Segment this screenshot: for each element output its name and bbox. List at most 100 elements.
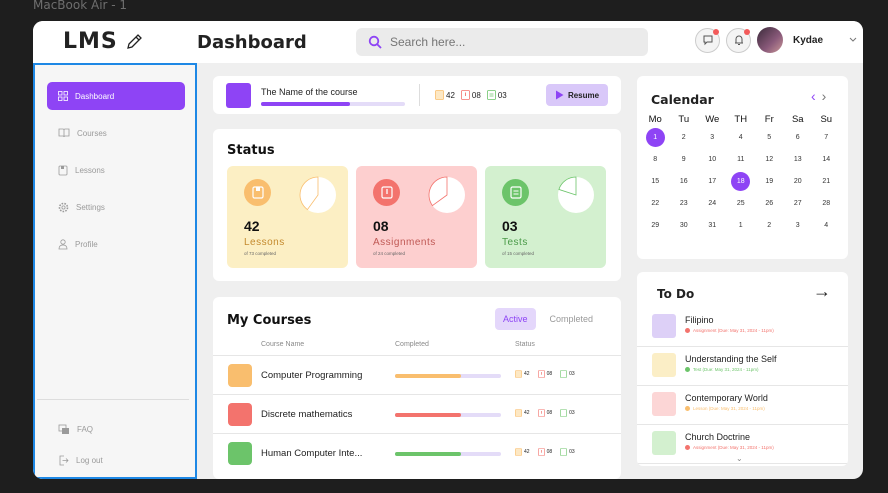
calendar-day[interactable]: 31 [698, 216, 727, 238]
calendar-day[interactable]: 2 [755, 216, 784, 238]
assignment-icon [537, 409, 545, 417]
calendar-day[interactable]: 1 [641, 128, 670, 150]
search-input[interactable] [390, 35, 630, 49]
table-row[interactable]: Human Computer Inte... 42 08 03 [213, 433, 621, 472]
assignments-label: Assignments [373, 237, 436, 248]
calendar-weekday: TH [734, 114, 748, 125]
calendar-day[interactable]: 5 [755, 128, 784, 150]
assignments-card[interactable]: 08 Assignments of 24 completed [356, 166, 477, 268]
calendar-day[interactable]: 7 [812, 128, 841, 150]
todo-due: Assignment (Due: May 31, 2024 - 11pm) [685, 328, 774, 333]
course-thumbnail [228, 403, 252, 426]
sidebar-nav: Dashboard Courses Lessons Settings Profi… [47, 82, 185, 261]
table-row[interactable]: Computer Programming 42 08 03 [213, 355, 621, 394]
calendar-day-label: 3 [710, 134, 715, 141]
tests-card[interactable]: 03 Tests of 15 completed [485, 166, 606, 268]
assignments-stat: 08 [537, 370, 552, 378]
course-name: Computer Programming [261, 370, 363, 381]
resume-button[interactable]: Resume [546, 84, 608, 106]
tests-stat: 03 [486, 90, 507, 100]
calendar-day[interactable]: 11 [727, 150, 756, 172]
calendar-day[interactable]: 28 [812, 194, 841, 216]
calendar-day[interactable]: 12 [755, 150, 784, 172]
calendar-day[interactable]: 30 [670, 216, 699, 238]
chevron-down-icon[interactable] [847, 35, 859, 45]
calendar-title: Calendar [651, 92, 714, 107]
status-dot [685, 445, 690, 450]
tab-active[interactable]: Active [495, 308, 536, 330]
todo-item[interactable]: Understanding the Self Test (Due: May 31,… [637, 347, 848, 386]
calendar-day[interactable]: 2 [670, 128, 699, 150]
sidebar: Dashboard Courses Lessons Settings Profi… [33, 63, 197, 479]
calendar-day[interactable]: 9 [670, 150, 699, 172]
logo[interactable]: LMS [63, 29, 144, 54]
calendar-day[interactable]: 14 [812, 150, 841, 172]
calendar-day[interactable]: 4 [727, 128, 756, 150]
divider [419, 84, 420, 106]
chevron-left-icon[interactable]: ‹ [811, 88, 816, 104]
sidebar-item-profile[interactable]: Profile [47, 230, 185, 258]
calendar-day[interactable]: 3 [698, 128, 727, 150]
tab-completed[interactable]: Completed [542, 308, 602, 330]
calendar-day[interactable]: 20 [784, 172, 813, 194]
username: Kydae [793, 34, 824, 46]
arrow-right-icon[interactable]: → [813, 281, 831, 302]
calendar-day[interactable]: 19 [755, 172, 784, 194]
todo-item[interactable]: Filipino Assignment (Due: May 31, 2024 - … [637, 308, 848, 347]
tests-count: 03 [569, 410, 575, 416]
calendar-day-label: 2 [681, 134, 686, 141]
status-dot [685, 328, 690, 333]
calendar-day[interactable]: 8 [641, 150, 670, 172]
calendar-day[interactable]: 22 [641, 194, 670, 216]
calendar-day[interactable]: 26 [755, 194, 784, 216]
current-course-card[interactable]: The Name of the course 42 08 03 Resume [213, 76, 621, 114]
table-row[interactable]: Discrete mathematics 42 08 03 [213, 394, 621, 433]
course-stats: 42 08 03 [515, 409, 575, 417]
calendar-day[interactable]: 1 [727, 216, 756, 238]
lesson-icon [515, 370, 522, 378]
calendar-day[interactable]: 3 [784, 216, 813, 238]
lessons-card[interactable]: 42 Lessons of 73 completed [227, 166, 348, 268]
calendar-day[interactable]: 29 [641, 216, 670, 238]
todo-item[interactable]: Contemporary World Lesson (Due: May 31, 2… [637, 386, 848, 425]
calendar-day-label: 16 [679, 178, 688, 185]
avatar[interactable] [757, 27, 783, 53]
lessons-sub: of 73 completed [244, 251, 277, 256]
chevron-right-icon[interactable]: › [822, 88, 827, 104]
calendar-day[interactable]: 16 [670, 172, 699, 194]
status-title: Status [227, 143, 275, 158]
calendar-day[interactable]: 15 [641, 172, 670, 194]
calendar-card: Calendar ‹ › Mo Tu We TH Fr Sa Su 1 2 3 4 5 6 7 8 9 10 11… [637, 76, 848, 259]
calendar-day[interactable]: 18 [727, 172, 756, 194]
sidebar-item-settings[interactable]: Settings [47, 193, 185, 221]
lessons-count: 42 [524, 449, 530, 455]
calendar-day[interactable]: 25 [727, 194, 756, 216]
calendar-day[interactable]: 6 [784, 128, 813, 150]
sidebar-item-dashboard[interactable]: Dashboard [47, 82, 185, 110]
calendar-day[interactable]: 24 [698, 194, 727, 216]
calendar-day[interactable]: 23 [670, 194, 699, 216]
messages-button[interactable] [695, 27, 720, 53]
todo-thumbnail [652, 392, 676, 416]
notifications-button[interactable] [726, 27, 751, 53]
todo-due-text: Assignment (Due: May 31, 2024 - 11pm) [693, 328, 774, 333]
sidebar-item-courses[interactable]: Courses [47, 119, 185, 147]
todo-due-text: Assignment (Due: May 31, 2024 - 11pm) [693, 445, 774, 450]
calendar-day[interactable]: 17 [698, 172, 727, 194]
assignment-icon [537, 370, 545, 378]
course-progress-fill [395, 374, 461, 378]
calendar-day-label: 15 [651, 178, 660, 185]
sidebar-item-faq[interactable]: FAQ [47, 415, 185, 443]
sidebar-item-lessons[interactable]: Lessons [47, 156, 185, 184]
chevron-down-icon[interactable]: ⌄ [736, 454, 743, 463]
calendar-day[interactable]: 21 [812, 172, 841, 194]
calendar-day-label: 19 [765, 178, 774, 185]
calendar-day[interactable]: 10 [698, 150, 727, 172]
search-bar[interactable] [356, 28, 648, 56]
sidebar-item-logout[interactable]: Log out [47, 446, 185, 474]
calendar-day[interactable]: 27 [784, 194, 813, 216]
course-progress-fill [395, 413, 461, 417]
calendar-day[interactable]: 4 [812, 216, 841, 238]
calendar-weekday: Mo [648, 114, 662, 125]
calendar-day[interactable]: 13 [784, 150, 813, 172]
